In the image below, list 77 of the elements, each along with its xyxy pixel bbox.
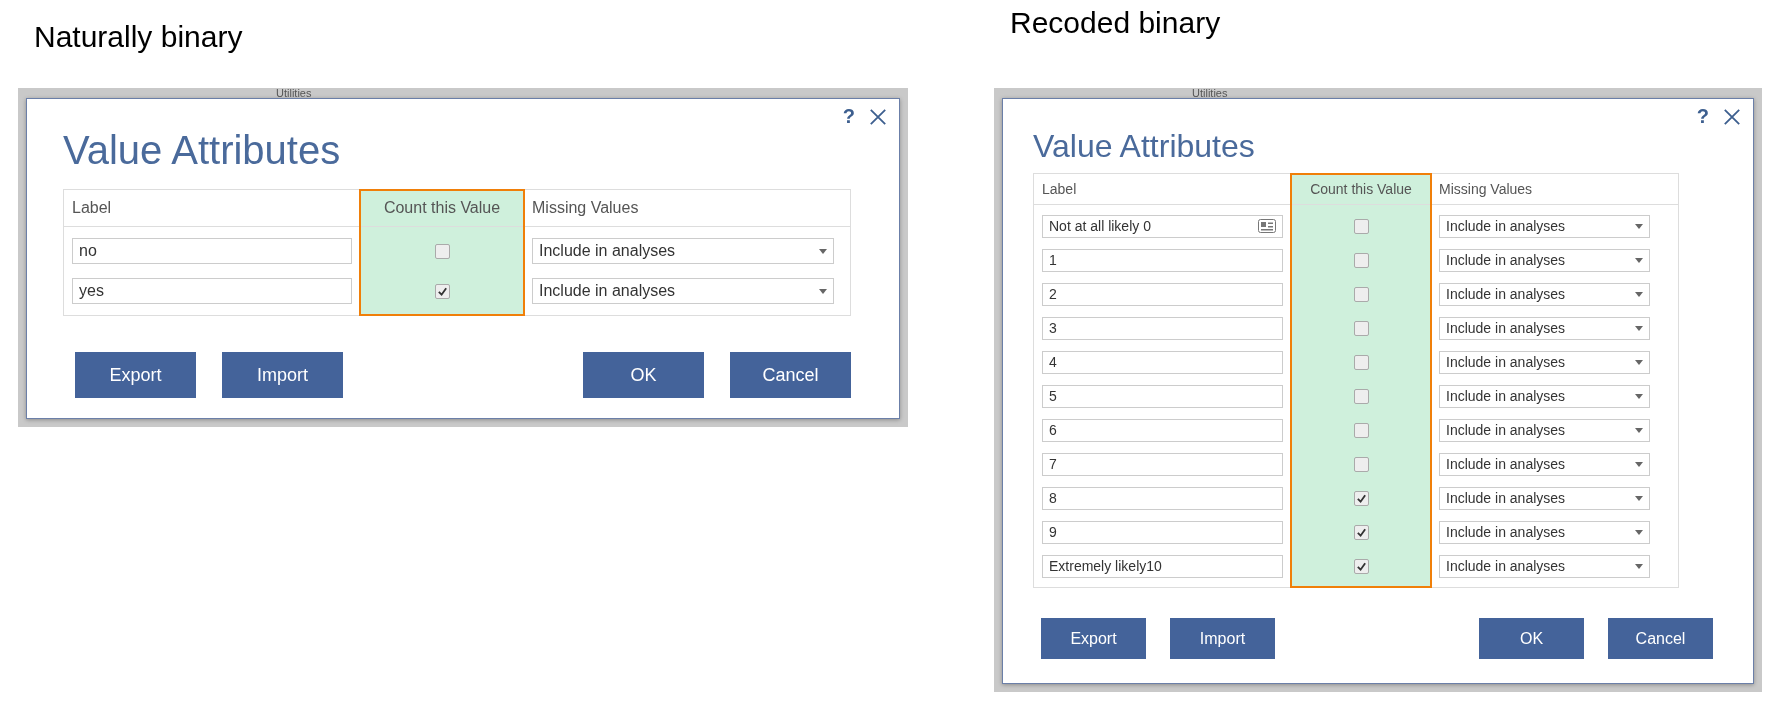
checkbox[interactable]: [1353, 320, 1369, 336]
caret-icon[interactable]: [1635, 257, 1643, 263]
missing-values-dropdown[interactable]: Include in analyses: [1439, 554, 1650, 578]
missing-values-dropdown[interactable]: Include in analyses: [1439, 316, 1650, 340]
id-card-icon[interactable]: [1258, 219, 1276, 233]
caret-icon[interactable]: [1635, 223, 1643, 229]
label-field[interactable]: 5: [1042, 384, 1283, 408]
label-field[interactable]: 8: [1042, 486, 1283, 510]
missing-values-dropdown[interactable]: Include in analyses: [1439, 248, 1650, 272]
missing-values-dropdown[interactable]: Include in analyses: [532, 278, 834, 304]
column-header: Missing Values: [531, 198, 640, 218]
section-heading: Naturally binary: [33, 19, 244, 55]
column-header: Label: [1041, 180, 1078, 199]
label-field[interactable]: 9: [1042, 520, 1283, 544]
label-field[interactable]: 2: [1042, 282, 1283, 306]
label-field[interactable]: 3: [1042, 316, 1283, 340]
caret-icon[interactable]: [1635, 359, 1643, 365]
dialog-title: Value Attributes: [1032, 128, 1256, 166]
missing-values-dropdown[interactable]: Include in analyses: [1439, 214, 1650, 238]
checkbox[interactable]: [1353, 490, 1369, 506]
dialog-button[interactable]: Cancel: [730, 352, 851, 398]
caret-icon[interactable]: [1635, 393, 1643, 399]
dialog-button[interactable]: OK: [583, 352, 704, 398]
dialog-button[interactable]: OK: [1479, 618, 1584, 659]
checkbox[interactable]: [1353, 388, 1369, 404]
checkbox[interactable]: [1353, 286, 1369, 302]
missing-values-dropdown[interactable]: Include in analyses: [532, 238, 834, 264]
close-icon[interactable]: [1723, 107, 1741, 126]
dialog-title: Value Attributes: [62, 128, 342, 174]
help-button[interactable]: ?: [842, 105, 855, 128]
label-field[interactable]: no: [72, 238, 352, 264]
checkbox[interactable]: [1353, 354, 1369, 370]
tab-label: Utilities: [1192, 88, 1228, 98]
label-field[interactable]: 4: [1042, 350, 1283, 374]
close-icon[interactable]: [869, 107, 887, 126]
dialog-button[interactable]: Export: [75, 352, 196, 398]
caret-icon[interactable]: [1635, 495, 1643, 501]
dialog-button[interactable]: Cancel: [1608, 618, 1713, 659]
label-field[interactable]: Extremely likely10: [1042, 554, 1283, 578]
label-field[interactable]: Not at all likely 0: [1042, 214, 1283, 238]
missing-values-dropdown[interactable]: Include in analyses: [1439, 486, 1650, 510]
caret-icon[interactable]: [1635, 291, 1643, 297]
caret-icon[interactable]: [819, 288, 827, 294]
caret-icon[interactable]: [1635, 529, 1643, 535]
missing-values-dropdown[interactable]: Include in analyses: [1439, 282, 1650, 306]
caret-icon[interactable]: [1635, 325, 1643, 331]
checkbox[interactable]: [1353, 456, 1369, 472]
column-header: Label: [71, 198, 113, 218]
column-header: Missing Values: [1438, 180, 1534, 199]
checkbox[interactable]: [1353, 422, 1369, 438]
caret-icon[interactable]: [1635, 461, 1643, 467]
dialog-button[interactable]: Export: [1041, 618, 1146, 659]
label-field[interactable]: 1: [1042, 248, 1283, 272]
column-header: Count this Value: [1291, 174, 1431, 204]
help-button[interactable]: ?: [1696, 105, 1709, 128]
missing-values-dropdown[interactable]: Include in analyses: [1439, 350, 1650, 374]
checkbox[interactable]: [1353, 558, 1369, 574]
checkbox[interactable]: [1353, 252, 1369, 268]
dialog-button[interactable]: Import: [1170, 618, 1275, 659]
label-field[interactable]: 7: [1042, 452, 1283, 476]
missing-values-dropdown[interactable]: Include in analyses: [1439, 384, 1650, 408]
missing-values-dropdown[interactable]: Include in analyses: [1439, 418, 1650, 442]
column-header: Count this Value: [360, 190, 524, 226]
checkbox[interactable]: [1353, 524, 1369, 540]
missing-values-dropdown[interactable]: Include in analyses: [1439, 520, 1650, 544]
caret-icon[interactable]: [819, 248, 827, 254]
checkbox[interactable]: [434, 243, 450, 259]
section-heading: Recoded binary: [1009, 5, 1222, 41]
label-field[interactable]: yes: [72, 278, 352, 304]
label-field[interactable]: 6: [1042, 418, 1283, 442]
dialog-button[interactable]: Import: [222, 352, 343, 398]
checkbox[interactable]: [1353, 218, 1369, 234]
caret-icon[interactable]: [1635, 563, 1643, 569]
checkbox[interactable]: [434, 283, 450, 299]
caret-icon[interactable]: [1635, 427, 1643, 433]
tab-label: Utilities: [276, 88, 312, 98]
missing-values-dropdown[interactable]: Include in analyses: [1439, 452, 1650, 476]
